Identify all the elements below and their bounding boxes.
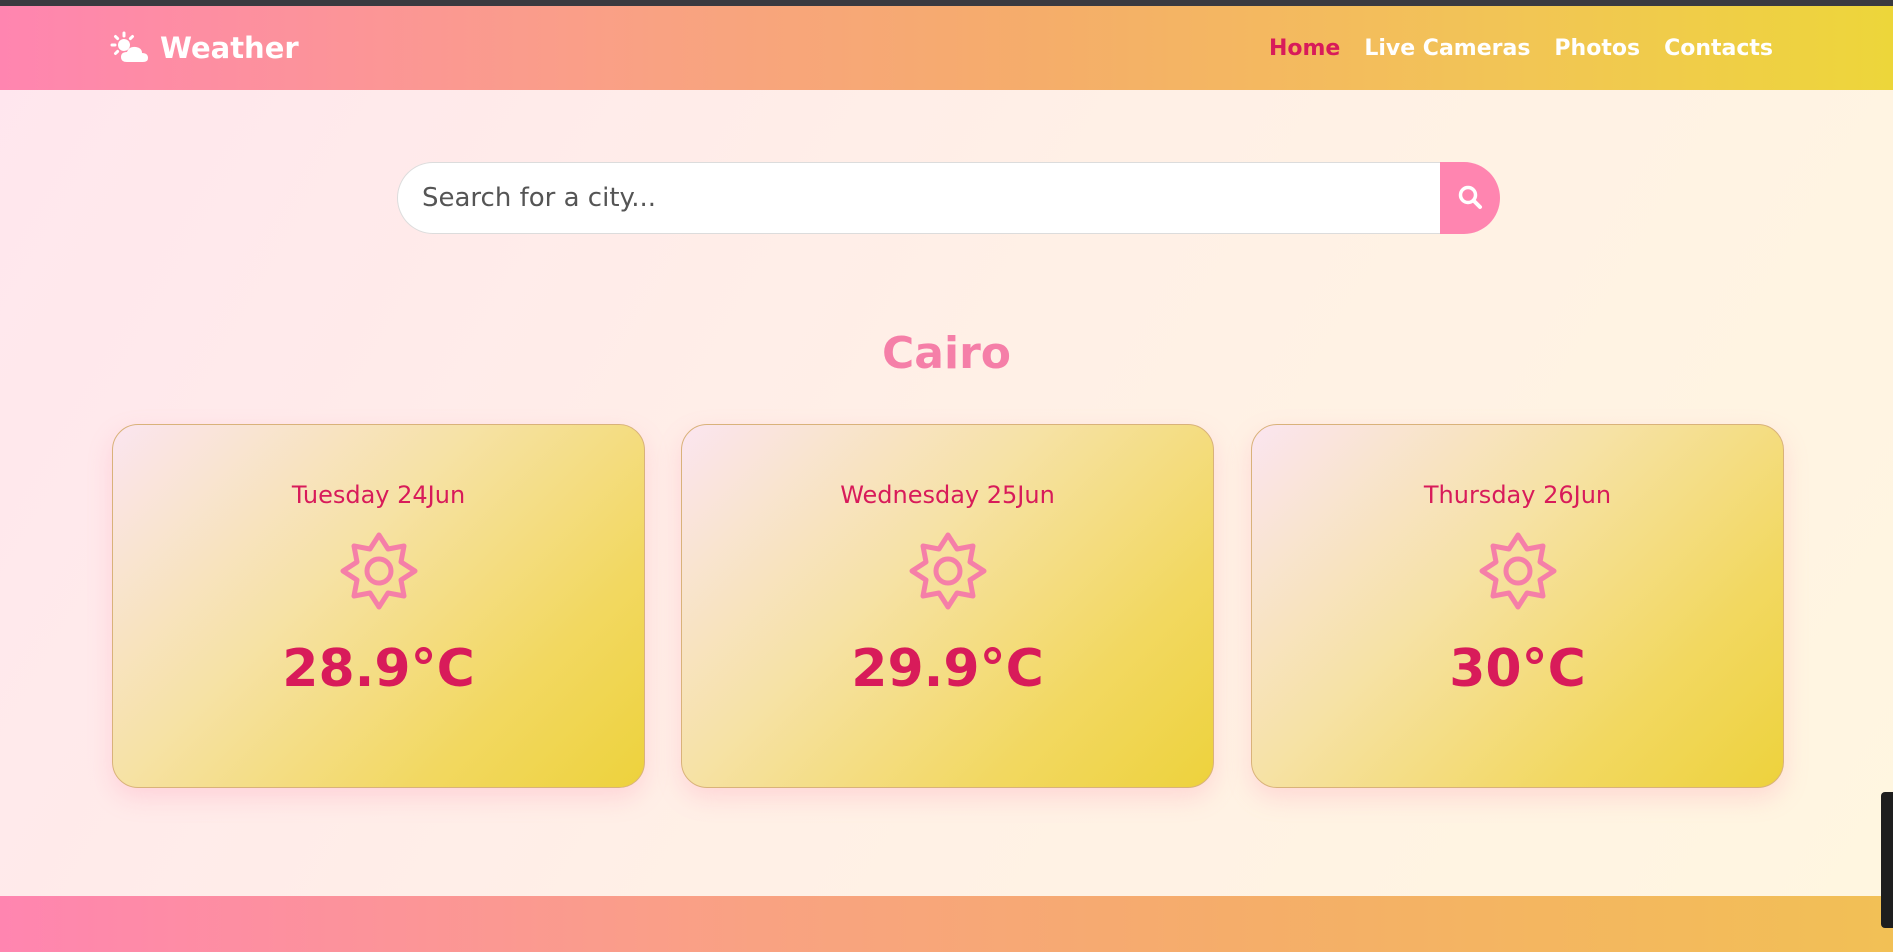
forecast-day: Thursday 26Jun [1423,481,1612,509]
forecast-temperature: 29.9°C [851,639,1044,699]
footer [0,896,1893,952]
nav-links: Home Live Cameras Photos Contacts [1269,6,1773,90]
brand-name: Weather [160,31,299,65]
nav-contacts-link[interactable]: Contacts [1664,36,1773,61]
search-icon [1457,184,1483,213]
forecast-card: Wednesday 25Jun 29.9°C [681,424,1214,788]
nav-live-cameras-link[interactable]: Live Cameras [1364,36,1530,61]
recorder-side-tab[interactable] [1881,792,1893,928]
nav-photos-link[interactable]: Photos [1554,36,1640,61]
city-name: Cairo [882,328,1011,379]
sun-icon [113,531,644,611]
forecast-temperature: 30°C [1449,639,1586,699]
forecast-day: Wednesday 25Jun [840,481,1055,509]
sun-icon [682,531,1213,611]
forecast-card: Tuesday 24Jun 28.9°C [112,424,645,788]
brand[interactable]: Weather [110,6,299,90]
search-button[interactable] [1440,162,1500,234]
nav-home-link[interactable]: Home [1269,36,1340,61]
search-bar [397,162,1500,234]
forecast-card: Thursday 26Jun 30°C [1251,424,1784,788]
forecast-day: Tuesday 24Jun [291,481,466,509]
sun-icon [1252,531,1783,611]
sun-cloud-icon [110,31,150,65]
forecast-temperature: 28.9°C [282,639,475,699]
navbar: Weather Home Live Cameras Photos Contact… [0,6,1893,90]
search-input[interactable] [397,162,1440,234]
